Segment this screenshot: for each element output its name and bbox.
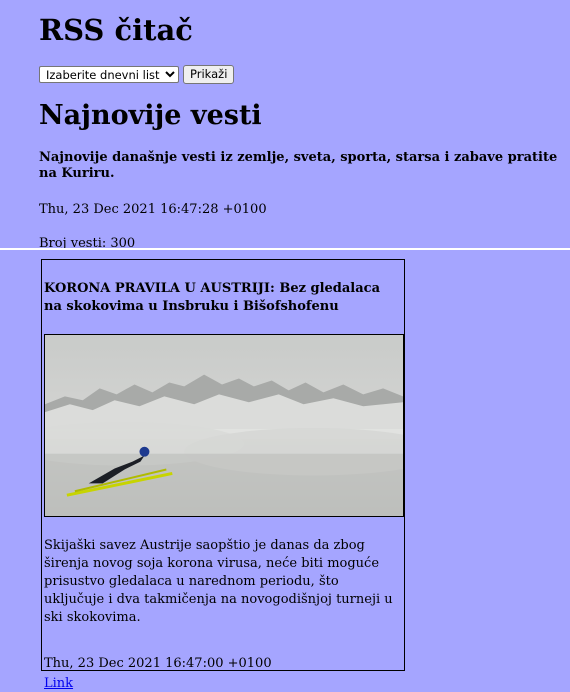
news-item-link[interactable]: Link [44, 675, 73, 692]
newspaper-select[interactable]: Izaberite dnevni list [39, 65, 179, 83]
news-item-image [44, 334, 404, 517]
show-button[interactable]: Prikaži [183, 64, 235, 84]
feed-title: Najnovije vesti [39, 100, 262, 131]
feed-date: Thu, 23 Dec 2021 16:47:28 +0100 [39, 202, 267, 217]
feed-controls: Izaberite dnevni list Prikaži [39, 64, 570, 84]
divider [0, 248, 570, 250]
app-title: RSS čitač [39, 13, 193, 47]
news-item-title: KORONA PRAVILA U AUSTRIJI: Bez gledalaca… [44, 281, 381, 314]
news-item-date: Thu, 23 Dec 2021 16:47:00 +0100 [44, 656, 272, 671]
news-item: KORONA PRAVILA U AUSTRIJI: Bez gledalaca… [41, 259, 405, 691]
news-item-description: Skijaški savez Austrije saopštio je dana… [44, 538, 393, 625]
feed-description: Najnovije današnje vesti iz zemlje, svet… [39, 150, 558, 181]
